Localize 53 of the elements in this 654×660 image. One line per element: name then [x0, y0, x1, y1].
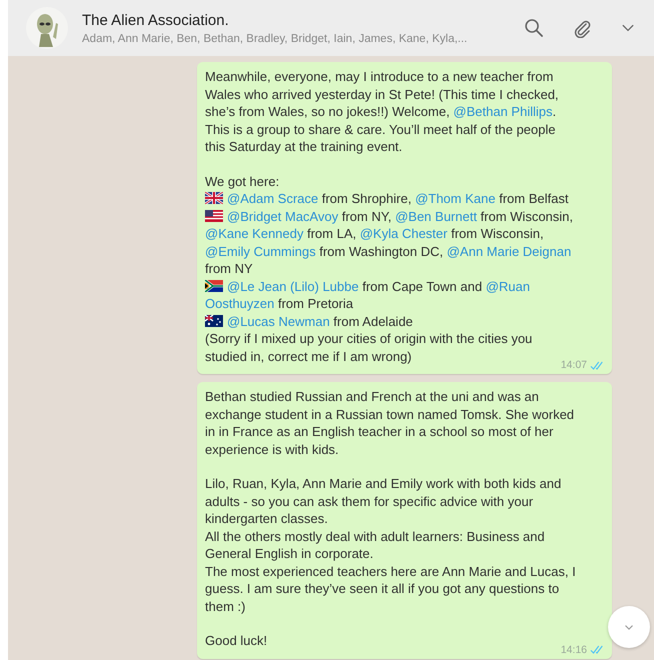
- message-text: @Adam Scrace from Shrophire, @Thom Kane from Belfast: [205, 190, 568, 208]
- message-text: (Sorry if I mixed up your cities of origin with the cities you: [205, 330, 532, 348]
- mention-link[interactable]: @Emily Cummings: [205, 244, 316, 258]
- member-list: Adam, Ann Marie, Ben, Bethan, Bradley, Bridget, Iain, James, Kane, Kyla,...: [82, 32, 496, 44]
- message-text: The most experienced teachers here are Ann Marie and Lucas, I: [205, 562, 576, 580]
- message-text: Oosthuyzen from Pretoria: [205, 295, 354, 312]
- mention-link[interactable]: @Kane Kennedy: [205, 226, 304, 241]
- message-text: she’s from Wales, so no jokes!!) Welcome, @Bethan Phillips.: [205, 103, 556, 120]
- mention-link[interactable]: @Ann Marie Deignan: [446, 244, 572, 258]
- union-flag-icon: [205, 192, 223, 204]
- message-text: in in France as an English teacher in a school so most of her: [205, 423, 554, 440]
- paperclip-icon[interactable]: [572, 18, 592, 38]
- message-text: guess. I am sure they’ve seen it all if you got any questions to: [205, 580, 560, 598]
- message-text: from NY: [205, 260, 253, 278]
- message-text: studied in, correct me if I am wrong): [205, 348, 412, 365]
- message-text: adults - so you can ask them for specific advice with your: [205, 492, 534, 510]
- message-text: All the others mostly deal with adult learners: Business and: [205, 528, 545, 545]
- mention-link[interactable]: @Lucas Newman: [227, 314, 330, 328]
- mention-link[interactable]: @Bridget MacAvoy: [227, 208, 338, 224]
- message-text: @Lucas Newman from Adelaide: [205, 312, 413, 330]
- message-text: experience is with kids.: [205, 440, 339, 458]
- message-text: Good luck!: [205, 632, 268, 650]
- message-text: this Saturday at the training event.: [205, 138, 402, 156]
- message-text: General English in corporate.: [205, 545, 374, 562]
- message-text: @Emily Cummings from Washington DC, @Ann Marie Deignan: [205, 242, 572, 260]
- message-text: We got here:: [205, 172, 280, 190]
- message-text: Meanwhile, everyone, may I introduce to a new teacher from: [205, 68, 554, 86]
- message-text: Wales who arrived yesterday in St Pete! (This time I checked,: [205, 86, 559, 103]
- message-text: @Le Jean (Lilo) Lubbe from Cape Town and @Ruan: [205, 278, 530, 295]
- message-text: This is a group to share & care. You’ll meet half of the people: [205, 120, 556, 138]
- mention-link[interactable]: Oosthuyzen: [205, 296, 274, 311]
- mention-link[interactable]: @Adam Scrace: [227, 191, 318, 206]
- union-flag-icon: [205, 314, 223, 326]
- message-text: them :): [205, 598, 246, 615]
- message-text: @Bridget MacAvoy from NY, @Ben Burnett from Wisconsin,: [205, 208, 574, 225]
- message-text: Lilo, Ruan, Kyla, Ann Marie and Emily work with both kids and: [205, 475, 562, 492]
- mention-link[interactable]: @Ruan: [486, 278, 530, 294]
- message-text: kindergarten classes.: [205, 510, 328, 528]
- mention-link[interactable]: @Ben Burnett: [395, 208, 477, 224]
- alien-avatar-icon[interactable]: [26, 7, 68, 49]
- chat-title: The Alien Association.: [82, 12, 230, 28]
- message-time: 14:16: [560, 644, 587, 656]
- stars-stripes-flag-icon: [205, 210, 223, 222]
- message-time: 14:07: [560, 359, 587, 371]
- striped-flag-icon: [205, 280, 223, 292]
- mention-link[interactable]: @Le Jean (Lilo) Lubbe: [227, 278, 359, 294]
- message-text: Bethan studied Russian and French at the uni and was an: [205, 388, 539, 406]
- mention-link[interactable]: @Bethan Phillips: [453, 104, 552, 119]
- message-text: exchange student in a Russian town named Tomsk. She worked: [205, 406, 574, 423]
- mention-link[interactable]: @Kyla Chester: [360, 226, 448, 241]
- search-icon[interactable]: [524, 18, 544, 38]
- message-text: @Kane Kennedy from LA, @Kyla Chester from Wisconsin,: [205, 225, 544, 242]
- mention-link[interactable]: @Thom Kane: [415, 191, 496, 206]
